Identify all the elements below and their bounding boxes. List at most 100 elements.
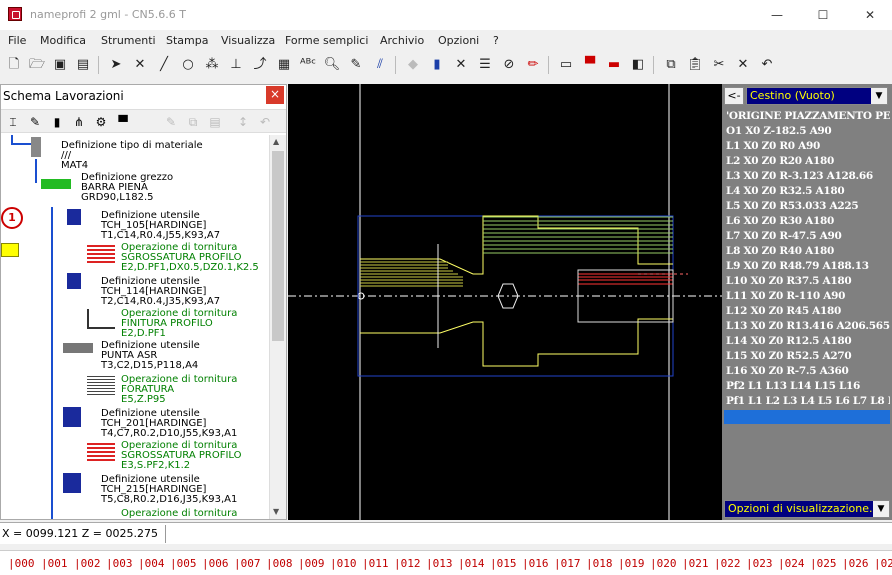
menu-visualizza[interactable]: Visualizza [221,34,275,47]
block-number[interactable]: |013 [426,557,453,570]
code-line[interactable]: L10 X0 Z0 R37.5 A180 [726,275,852,287]
undo-icon[interactable]: ↶ [757,55,777,75]
block-number[interactable]: |021 [682,557,709,570]
scrollbar-thumb[interactable] [272,151,284,341]
paste-icon[interactable]: 📋︎ [685,55,705,75]
code-line[interactable]: L5 X0 Z0 R53.033 A225 [726,200,859,212]
code-line[interactable]: L8 X0 Z0 R40 A180 [726,245,834,257]
close-icon[interactable]: ✕ [855,5,885,25]
block-number[interactable]: |016 [522,557,549,570]
tree-item-label[interactable]: Operazione di tornitura [121,509,237,519]
menu-file[interactable]: File [8,34,26,47]
block-number[interactable]: |015 [490,557,517,570]
turning-icon[interactable]: ⋔ [69,112,89,132]
panel-close-button[interactable]: × [266,86,284,104]
tool-icon[interactable]: ▮ [47,112,67,132]
block-number[interactable]: |025 [810,557,837,570]
block-number[interactable]: |003 [106,557,133,570]
edit-icon[interactable]: ✎ [25,112,45,132]
block-number[interactable]: |005 [170,557,197,570]
visualization-options-select[interactable]: Opzioni di visualizzazione... ▼ [724,500,890,518]
cad-viewport[interactable] [288,84,722,520]
chevron-down-icon[interactable]: ▼ [873,501,889,517]
code-line[interactable]: L16 X0 Z0 R-7.5 A360 [726,365,849,377]
circle-icon[interactable]: ○ [178,55,198,75]
block-number[interactable]: |023 [746,557,773,570]
block-number[interactable]: |001 [41,557,68,570]
block-number[interactable]: |026 [842,557,869,570]
code-line[interactable]: L13 X0 Z0 R13.416 A206.565 [726,320,890,332]
code-line[interactable]: L14 X0 Z0 R12.5 A180 [726,335,852,347]
cancel-icon[interactable]: ✕ [451,55,471,75]
code-line[interactable]: L15 X0 Z0 R52.5 A270 [726,350,852,362]
measure-icon[interactable]: ⊘ [499,55,519,75]
selected-row[interactable] [724,410,890,424]
block-number[interactable]: |008 [266,557,293,570]
minimize-icon[interactable]: — [762,5,792,25]
code-line[interactable]: L11 X0 Z0 R-110 A90 [726,290,845,302]
menu-archivio[interactable]: Archivio [380,34,424,47]
hatch-icon[interactable]: ⫽ [370,55,390,75]
block-number[interactable]: |022 [714,557,741,570]
cut-icon[interactable]: ✂ [709,55,729,75]
eraser-icon[interactable]: ✎ [346,55,366,75]
document-icon[interactable]: ▦ [274,55,294,75]
cestino-select[interactable]: Cestino (Vuoto) ▼ [746,87,888,105]
code-line[interactable]: L1 X0 Z0 R0 A90 [726,140,820,152]
open-folder-icon[interactable]: 🗁 [27,55,47,75]
colors-icon[interactable]: ◧ [628,55,648,75]
code-line[interactable]: L12 X0 Z0 R45 A180 [726,305,841,317]
scroll-up-icon[interactable]: ▲ [273,137,279,146]
block-number[interactable]: |000 [8,557,35,570]
block-number[interactable]: |007 [234,557,261,570]
delete-icon[interactable]: ✕ [733,55,753,75]
list-icon[interactable]: ☰ [475,55,495,75]
profile-code-list[interactable]: 'ORIGINE PIAZZAMENTO PEZZO O1 X0 Z-182.5… [724,109,890,499]
pencil-icon[interactable]: ✏ [523,55,543,75]
text-abc-icon[interactable]: ᴬᴮᶜ [298,55,318,75]
menu-forme-semplici[interactable]: Forme semplici [285,34,368,47]
tree-icon[interactable]: ⌶ [3,112,23,132]
block-number[interactable]: |014 [458,557,485,570]
points-icon[interactable]: ⁂ [202,55,222,75]
machine-icon[interactable]: ▬ [604,55,624,75]
save-as-icon[interactable]: ▣ [50,55,70,75]
chevron-down-icon[interactable]: ▼ [871,88,887,104]
auto-icon[interactable]: ▮ [427,55,447,75]
block-number[interactable]: |011 [362,557,389,570]
line-icon[interactable]: ╱ [154,55,174,75]
code-line[interactable]: L9 X0 Z0 R48.79 A188.13 [726,260,869,272]
maximize-icon[interactable]: ☐ [808,5,838,25]
block-number[interactable]: |012 [394,557,421,570]
code-line[interactable]: L2 X0 Z0 R20 A180 [726,155,834,167]
back-button[interactable]: <- [724,87,744,105]
tree-scrollbar[interactable]: ▲ ▼ [269,135,286,519]
block-number[interactable]: |010 [330,557,357,570]
menu-strumenti[interactable]: Strumenti [101,34,156,47]
machine-icon[interactable]: ▀ [113,112,133,132]
code-line[interactable]: Pf1 L1 L2 L3 L4 L5 L6 L7 L8 L9 [726,395,890,407]
block-number[interactable]: |024 [778,557,805,570]
save-icon[interactable]: ▤ [73,55,93,75]
scroll-down-icon[interactable]: ▼ [273,507,279,516]
menu-help[interactable]: ? [493,34,499,47]
block-number[interactable]: |004 [138,557,165,570]
printer-icon[interactable]: ▀ [580,55,600,75]
delete-x-icon[interactable]: ✕ [130,55,150,75]
block-number[interactable]: |027 [874,557,892,570]
settings-icon[interactable]: ⚙ [91,112,111,132]
code-line[interactable]: L4 X0 Z0 R32.5 A180 [726,185,845,197]
block-number[interactable]: |009 [298,557,325,570]
zoom-icon[interactable]: 🔍︎ [322,55,342,75]
block-number[interactable]: |002 [74,557,101,570]
polyline-icon[interactable]: ⤴ [250,55,270,75]
menu-opzioni[interactable]: Opzioni [438,34,479,47]
code-line[interactable]: 'ORIGINE PIAZZAMENTO PEZZO [726,110,890,122]
block-number[interactable]: |020 [650,557,677,570]
copy-icon[interactable]: ⧉ [661,55,681,75]
menu-modifica[interactable]: Modifica [40,34,86,47]
code-line[interactable]: O1 X0 Z-182.5 A90 [726,125,832,137]
block-number[interactable]: |017 [554,557,581,570]
monitor-icon[interactable]: ▭ [556,55,576,75]
menu-stampa[interactable]: Stampa [166,34,208,47]
